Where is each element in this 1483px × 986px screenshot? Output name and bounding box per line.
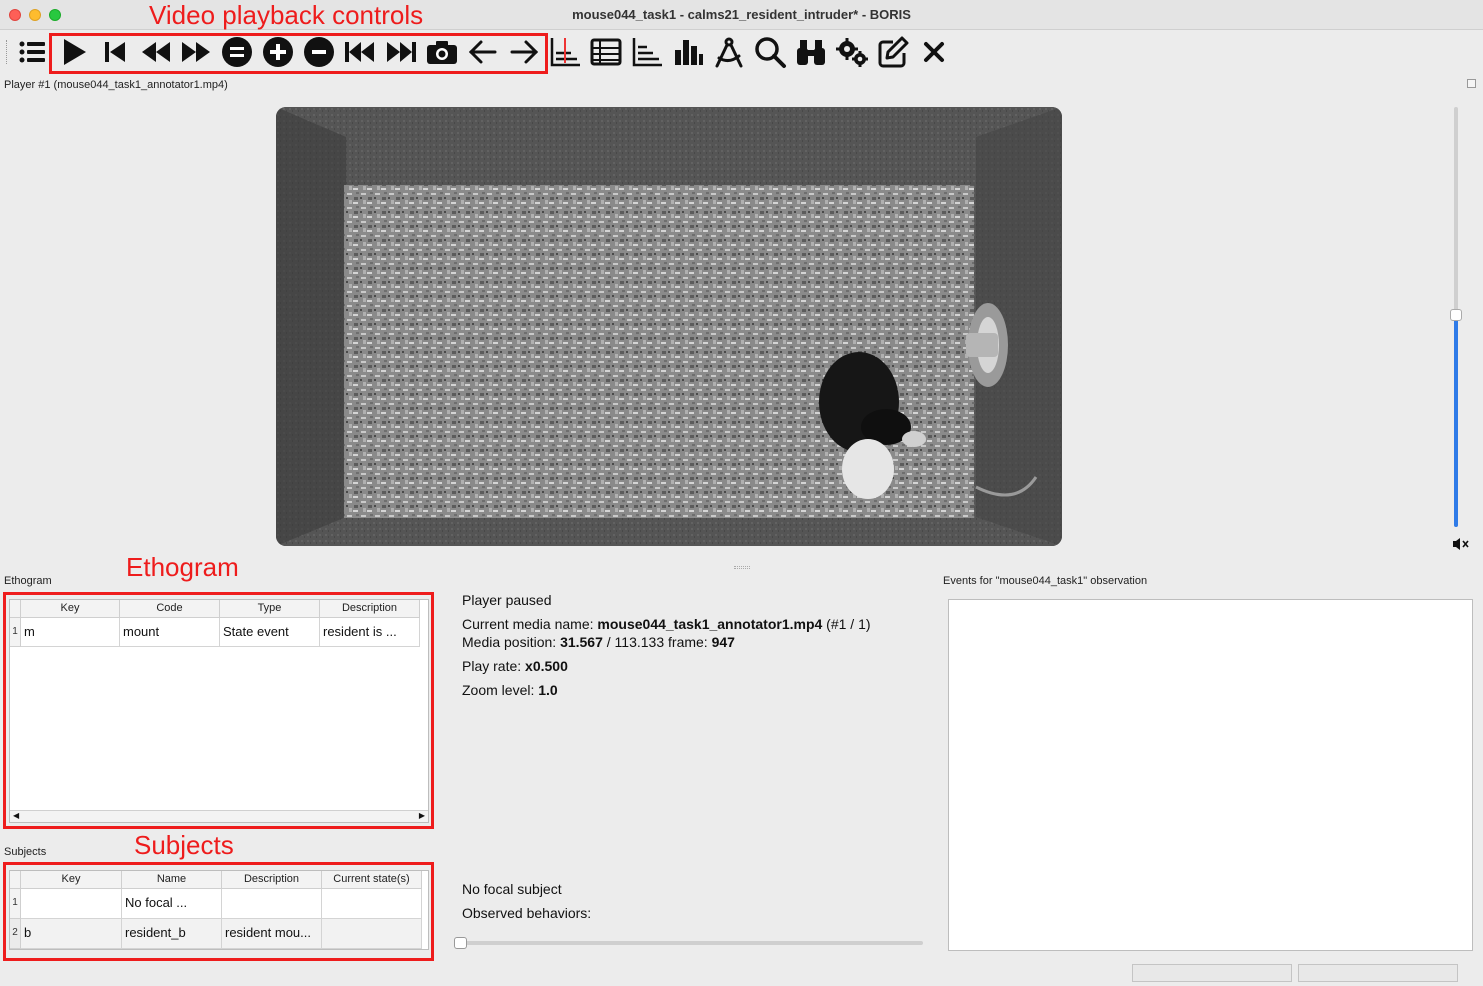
splitter-handle[interactable]	[734, 566, 750, 569]
row-number[interactable]: 1	[10, 618, 21, 647]
corner-header	[10, 600, 21, 618]
table-cell-state[interactable]	[322, 889, 422, 919]
table-cell-description[interactable]	[222, 889, 322, 919]
zoom-level: 1.0	[538, 682, 558, 698]
status-field-2	[1298, 964, 1458, 982]
geometric-measurement-icon[interactable]	[711, 34, 747, 70]
media-frame: 947	[711, 634, 735, 650]
time-budget-icon[interactable]	[629, 34, 665, 70]
plot-events-icon[interactable]	[547, 34, 583, 70]
table-cell-key[interactable]	[21, 889, 122, 919]
zoom-label: Zoom level:	[462, 682, 539, 698]
zoom-level-line: Zoom level: 1.0	[462, 682, 558, 698]
subjects-label: Subjects	[4, 846, 47, 858]
ethogram-label: Ethogram	[4, 575, 52, 587]
table-cell-description[interactable]: resident mou...	[222, 919, 322, 949]
table-icon[interactable]	[588, 34, 624, 70]
volume-slider-handle[interactable]	[1450, 309, 1462, 321]
media-name: mouse044_task1_annotator1.mp4	[597, 616, 823, 632]
column-header-key[interactable]: Key	[21, 600, 120, 618]
column-header-type[interactable]: Type	[220, 600, 320, 618]
table-cell-type[interactable]: State event	[220, 618, 320, 647]
row-number[interactable]: 1	[10, 889, 21, 919]
settings-gears-icon[interactable]	[834, 34, 870, 70]
undock-icon[interactable]	[1467, 79, 1476, 88]
rate-label: Play rate:	[462, 658, 526, 674]
scroll-left-icon[interactable]: ◀	[13, 811, 19, 820]
table-cell-name[interactable]: No focal ...	[122, 889, 222, 919]
subjects-annotation: Subjects	[134, 830, 234, 860]
focal-subject-text: No focal subject	[462, 881, 562, 897]
events-table[interactable]	[948, 599, 1473, 951]
status-field-1	[1132, 964, 1292, 982]
play-rate-line: Play rate: x0.500	[462, 658, 568, 674]
ethogram-annotation: Ethogram	[126, 552, 239, 582]
bar-chart-icon[interactable]	[670, 34, 706, 70]
row-number[interactable]: 2	[10, 919, 21, 949]
search-icon[interactable]	[752, 34, 788, 70]
column-header-current-states[interactable]: Current state(s)	[322, 871, 422, 889]
column-header-name[interactable]: Name	[122, 871, 222, 889]
events-label: Events for "mouse044_task1" observation	[943, 575, 1148, 587]
scroll-right-icon[interactable]: ▶	[419, 811, 425, 820]
table-cell-key[interactable]: m	[21, 618, 120, 647]
media-position-line: Media position: 31.567 / 113.133 frame: …	[462, 634, 735, 650]
ethogram-table[interactable]: Key Code Type Description 1 m mount Stat…	[9, 599, 429, 823]
menu-list-icon[interactable]	[14, 34, 50, 70]
position-label: Media position:	[462, 634, 561, 650]
table-cell-key[interactable]: b	[21, 919, 122, 949]
play-rate: x0.500	[525, 658, 568, 674]
table-cell-name[interactable]: resident_b	[122, 919, 222, 949]
mute-icon[interactable]	[1452, 537, 1470, 554]
player-state: Player paused	[462, 592, 552, 608]
column-header-key[interactable]: Key	[21, 871, 122, 889]
video-player[interactable]	[276, 107, 1062, 546]
playback-controls-highlight	[49, 33, 548, 74]
edit-icon[interactable]	[875, 34, 911, 70]
media-position-slider-handle[interactable]	[454, 937, 467, 949]
media-index: (#1 / 1)	[822, 616, 871, 632]
subjects-table[interactable]: Key Name Description Current state(s) 1 …	[9, 870, 429, 950]
media-duration: / 113.133 frame:	[602, 634, 712, 650]
current-media-line: Current media name: mouse044_task1_annot…	[462, 616, 871, 632]
horizontal-scrollbar[interactable]: ◀ ▶	[10, 810, 428, 822]
media-position: 31.567	[560, 634, 603, 650]
media-position-slider[interactable]	[460, 941, 923, 945]
corner-header	[10, 871, 21, 889]
playback-controls-annotation: Video playback controls	[149, 0, 424, 30]
volume-slider-fill	[1454, 316, 1458, 527]
toolbar-grip[interactable]	[6, 40, 9, 64]
column-header-description[interactable]: Description	[222, 871, 322, 889]
table-cell-description[interactable]: resident is ...	[320, 618, 420, 647]
column-header-description[interactable]: Description	[320, 600, 420, 618]
column-header-code[interactable]: Code	[120, 600, 220, 618]
close-icon[interactable]	[916, 34, 952, 70]
observed-behaviors-text: Observed behaviors:	[462, 905, 592, 921]
media-name-label: Current media name:	[462, 616, 598, 632]
table-cell-code[interactable]: mount	[120, 618, 220, 647]
binoculars-icon[interactable]	[793, 34, 829, 70]
table-cell-state[interactable]	[322, 919, 422, 949]
player-label: Player #1 (mouse044_task1_annotator1.mp4…	[4, 79, 228, 91]
